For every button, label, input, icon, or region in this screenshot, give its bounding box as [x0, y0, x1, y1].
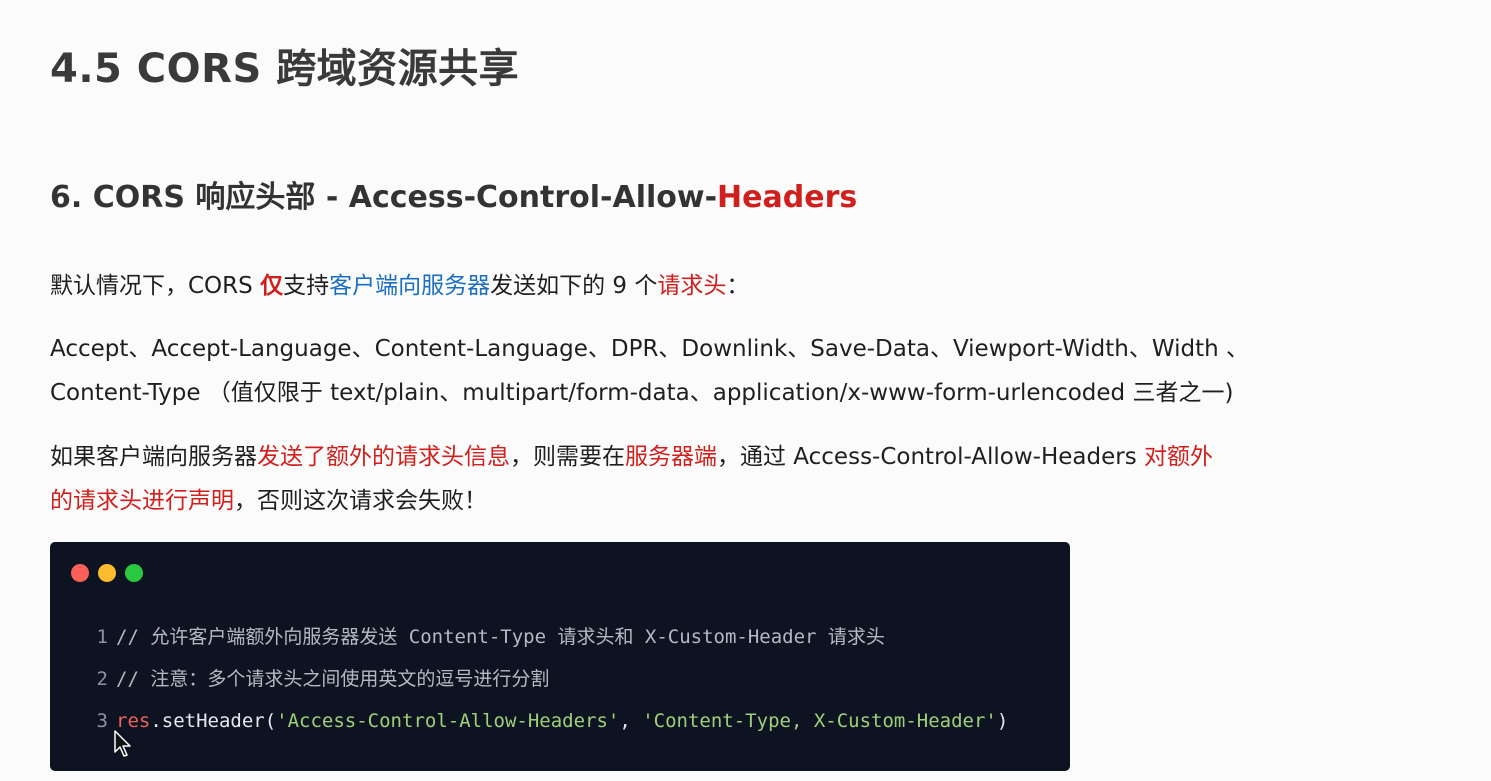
para3-text-5: ，通过 Access-Control-Allow-Headers: [717, 444, 1145, 470]
code-separator: ,: [619, 710, 643, 732]
code-line-2: 2 // 注意：多个请求头之间使用英文的逗号进行分割: [90, 664, 550, 694]
para1-request-headers: 请求头: [657, 273, 727, 299]
code-string-arg-1: 'Access-Control-Allow-Headers': [276, 710, 620, 732]
line-number: 2: [96, 668, 108, 690]
code-comment: // 允许客户端额外向服务器发送 Content-Type 请求头和 X-Cus…: [116, 626, 885, 648]
para1-only-highlight: 仅: [260, 273, 284, 299]
para1-text-3: 支持: [283, 273, 330, 299]
code-string-arg-2: 'Content-Type, X-Custom-Header': [642, 710, 997, 732]
close-dot-icon: [71, 564, 89, 582]
para1-client-to-server: 客户端向服务器: [329, 273, 491, 299]
para3-extra-headers-highlight: 发送了额外的请求头信息: [257, 444, 510, 470]
paragraph-default-headers: 默认情况下，CORS 仅支持客户端向服务器发送如下的 9 个请求头：: [50, 264, 749, 308]
line-number: 1: [96, 626, 108, 648]
section-title: 6. CORS 响应头部 - Access-Control-Allow-Head…: [50, 172, 857, 216]
section-title-highlight: Headers: [717, 180, 858, 215]
code-line-1: 1 // 允许客户端额外向服务器发送 Content-Type 请求头和 X-Cu…: [90, 622, 885, 652]
para3-text-8: ，否则这次请求会失败！: [234, 488, 487, 514]
para3-server-side-highlight: 服务器端: [625, 444, 717, 470]
code-object: res: [116, 710, 151, 732]
minimize-dot-icon: [98, 564, 116, 582]
maximize-dot-icon: [125, 564, 143, 582]
section-title-prefix: 6. CORS 响应头部 - Access-Control-Allow-: [50, 180, 718, 215]
para3-declare-highlight-a: 对额外: [1144, 444, 1214, 470]
window-controls: [71, 564, 152, 582]
paragraph-header-list: Accept、Accept-Language、Content-Language、…: [50, 327, 1249, 415]
para1-text-7: ：: [726, 273, 750, 299]
para1-text-5: 发送如下的 9 个: [490, 273, 658, 299]
para1-text-1: 默认情况下，CORS: [50, 273, 261, 299]
mouse-cursor-icon: [114, 730, 131, 757]
code-comment: // 注意：多个请求头之间使用英文的逗号进行分割: [116, 668, 550, 690]
code-close-paren: ): [996, 710, 1009, 732]
para3-declare-highlight-b: 的请求头进行声明: [50, 488, 234, 514]
page-title: 4.5 CORS 跨域资源共享: [50, 46, 520, 92]
para3-text-1: 如果客户端向服务器: [50, 444, 257, 470]
para3-text-3: ，则需要在: [510, 444, 625, 470]
header-list-line-1: Accept、Accept-Language、Content-Language、…: [50, 336, 1249, 362]
code-line-3: 3 res.setHeader('Access-Control-Allow-Hea…: [90, 706, 1009, 736]
header-list-line-2: Content-Type （值仅限于 text/plain、multipart/…: [50, 380, 1234, 406]
code-block: 1 // 允许客户端额外向服务器发送 Content-Type 请求头和 X-Cu…: [50, 542, 1070, 771]
line-number: 3: [96, 710, 108, 732]
paragraph-extra-headers: 如果客户端向服务器发送了额外的请求头信息，则需要在服务器端，通过 Access-…: [50, 435, 1213, 523]
code-method: .setHeader(: [150, 710, 277, 732]
